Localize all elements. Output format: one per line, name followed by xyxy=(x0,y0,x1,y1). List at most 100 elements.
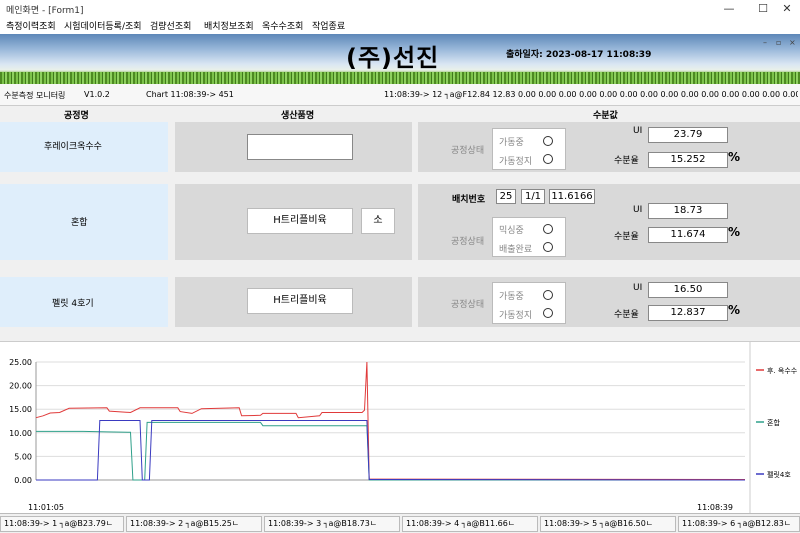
state-option-label: 가동정지 xyxy=(499,157,533,167)
maximize-button[interactable]: ☐ xyxy=(752,1,774,16)
raw-status: 11:08:39-> 12 ┐a@F12.84 12.83 0.00 0.00 … xyxy=(384,90,798,99)
state-option-label: 가동중 xyxy=(499,138,524,148)
ui-value: 16.50 xyxy=(648,282,728,298)
window-title: 메인화면 - [Form1] xyxy=(6,6,84,16)
company-logo: (주)선진 xyxy=(346,44,440,72)
product-field[interactable] xyxy=(247,134,353,160)
bottom-status-bar: 11:08:39-> 1 ┐a@B23.79ㄴ 11:08:39-> 2 ┐a@… xyxy=(0,513,800,533)
moisture-panel-2: 배치번호 25 1/1 11.6166 공정상태 믹싱중 배출완료 UI 18.… xyxy=(418,184,800,260)
y-tick-label: 25.00 xyxy=(9,358,32,367)
y-tick-label: 5.00 xyxy=(14,452,32,461)
moisture-value: 15.252 xyxy=(648,152,728,168)
app-version: V1.0.2 xyxy=(84,90,110,99)
radio-stopped[interactable] xyxy=(543,154,553,164)
x-start-label: 11:01:05 xyxy=(28,503,64,512)
radio-mixing[interactable] xyxy=(543,224,553,234)
header-process: 공정명 xyxy=(64,111,89,121)
menu-measure-history[interactable]: 측정이력조회 xyxy=(6,19,56,32)
moisture-panel-1: 공정상태 가동중 가동정지 UI 23.79 수분율 15.252 % xyxy=(418,122,800,172)
window-titlebar: 메인화면 - [Form1] — ☐ ✕ xyxy=(0,0,800,17)
state-label: 공정상태 xyxy=(451,237,485,247)
menu-calibration[interactable]: 검량선조회 xyxy=(150,19,191,32)
product-button[interactable]: H트리플비육 xyxy=(247,288,353,314)
legend-label: 혼합 xyxy=(767,418,780,427)
ui-label: UI xyxy=(633,126,643,136)
radio-running[interactable] xyxy=(543,290,553,300)
y-tick-label: 15.00 xyxy=(9,405,32,414)
y-tick-label: 20.00 xyxy=(9,382,32,391)
child-minimize-icon[interactable]: – xyxy=(763,38,767,47)
product-panel-3: H트리플비육 xyxy=(175,277,412,327)
minimize-button[interactable]: — xyxy=(718,1,740,16)
sensor-cell-1: 11:08:39-> 1 ┐a@B23.79ㄴ xyxy=(0,516,124,532)
process-name: 펠릿 4호기 xyxy=(52,299,94,309)
process-cell-1: 후레이크옥수수 xyxy=(0,122,168,172)
close-button[interactable]: ✕ xyxy=(776,1,798,16)
menu-exit[interactable]: 작업종료 xyxy=(312,19,345,32)
batch-sequence: 1/1 xyxy=(521,189,545,204)
sensor-cell-2: 11:08:39-> 2 ┐a@B15.25ㄴ xyxy=(126,516,262,532)
ui-value: 23.79 xyxy=(648,127,728,143)
sensor-cell-5: 11:08:39-> 5 ┐a@B16.50ㄴ xyxy=(540,516,676,532)
legend-label: 후. 옥수수 xyxy=(767,367,798,375)
process-name: 후레이크옥수수 xyxy=(44,142,102,152)
status-strip: 수분측정 모니터링 V1.0.2 Chart 11:08:39-> 451 11… xyxy=(0,84,800,106)
percent-unit: % xyxy=(728,150,741,164)
state-option-label: 배출완료 xyxy=(499,245,533,255)
header-product: 생산품명 xyxy=(281,111,315,121)
grass-decoration xyxy=(0,72,800,84)
child-restore-icon[interactable]: ▫ xyxy=(776,38,781,47)
product-button[interactable]: H트리플비육 xyxy=(247,208,353,234)
batch-value: 11.6166 xyxy=(549,189,595,204)
y-tick-label: 0.00 xyxy=(14,476,32,485)
menu-bar: 측정이력조회 시험데이터등록/조회 검량선조회 배치정보조회 옥수수조회 작업종… xyxy=(0,17,800,34)
process-cell-3: 펠릿 4호기 xyxy=(0,277,168,327)
product-type-button[interactable]: 소 xyxy=(361,208,395,234)
radio-running[interactable] xyxy=(543,136,553,146)
moisture-chart: 25.00 20.00 15.00 10.00 5.00 0.00 11:01:05 11:0… xyxy=(9,342,798,514)
series-line xyxy=(35,361,746,480)
state-label: 공정상태 xyxy=(451,300,485,310)
ship-date: 출하일자: 2023-08-17 11:08:39 xyxy=(506,50,652,60)
radio-stopped[interactable] xyxy=(543,308,553,318)
legend-label: 펠릿4호 xyxy=(767,471,791,479)
product-panel-2: H트리플비육 소 xyxy=(175,184,412,260)
batch-number: 25 xyxy=(496,189,516,204)
menu-corn[interactable]: 옥수수조회 xyxy=(262,19,303,32)
moisture-label: 수분율 xyxy=(614,156,639,166)
x-end-label: 11:08:39 xyxy=(697,503,733,512)
sensor-cell-3: 11:08:39-> 3 ┐a@B18.73ㄴ xyxy=(264,516,400,532)
moisture-value: 11.674 xyxy=(648,227,728,243)
moisture-label: 수분율 xyxy=(614,232,639,242)
sensor-cell-4: 11:08:39-> 4 ┐a@B11.66ㄴ xyxy=(402,516,538,532)
chart-status: Chart 11:08:39-> 451 xyxy=(146,90,234,99)
batch-label: 배치번호 xyxy=(452,195,486,205)
state-option-label: 가동정지 xyxy=(499,311,533,321)
ui-label: UI xyxy=(633,283,643,293)
state-option-label: 가동중 xyxy=(499,292,524,302)
product-panel-1 xyxy=(175,122,412,172)
moisture-value: 12.837 xyxy=(648,305,728,321)
moisture-chart-area: 25.00 20.00 15.00 10.00 5.00 0.00 11:01:05 11:0… xyxy=(0,341,800,514)
menu-batch-info[interactable]: 배치정보조회 xyxy=(204,19,254,32)
child-close-icon[interactable]: × xyxy=(789,38,796,47)
moisture-panel-3: 공정상태 가동중 가동정지 UI 16.50 수분율 12.837 % xyxy=(418,277,800,327)
header-moisture: 수분값 xyxy=(593,111,618,121)
app-name: 수분측정 모니터링 xyxy=(4,91,66,100)
state-group: 가동중 가동정지 xyxy=(492,282,566,324)
radio-discharged[interactable] xyxy=(543,242,553,252)
process-name: 혼합 xyxy=(71,218,88,228)
percent-unit: % xyxy=(728,303,741,317)
moisture-label: 수분율 xyxy=(614,310,639,320)
sensor-cell-6: 11:08:39-> 6 ┐a@B12.83ㄴ xyxy=(678,516,800,532)
state-option-label: 믹싱중 xyxy=(499,226,524,236)
process-cell-2: 혼합 xyxy=(0,184,168,260)
y-tick-label: 10.00 xyxy=(9,429,32,438)
menu-test-data[interactable]: 시험데이터등록/조회 xyxy=(64,19,142,32)
state-label: 공정상태 xyxy=(451,146,485,156)
state-group: 가동중 가동정지 xyxy=(492,128,566,170)
state-group: 믹싱중 배출완료 xyxy=(492,217,566,257)
ui-label: UI xyxy=(633,205,643,215)
series-line xyxy=(36,420,746,481)
ui-value: 18.73 xyxy=(648,203,728,219)
